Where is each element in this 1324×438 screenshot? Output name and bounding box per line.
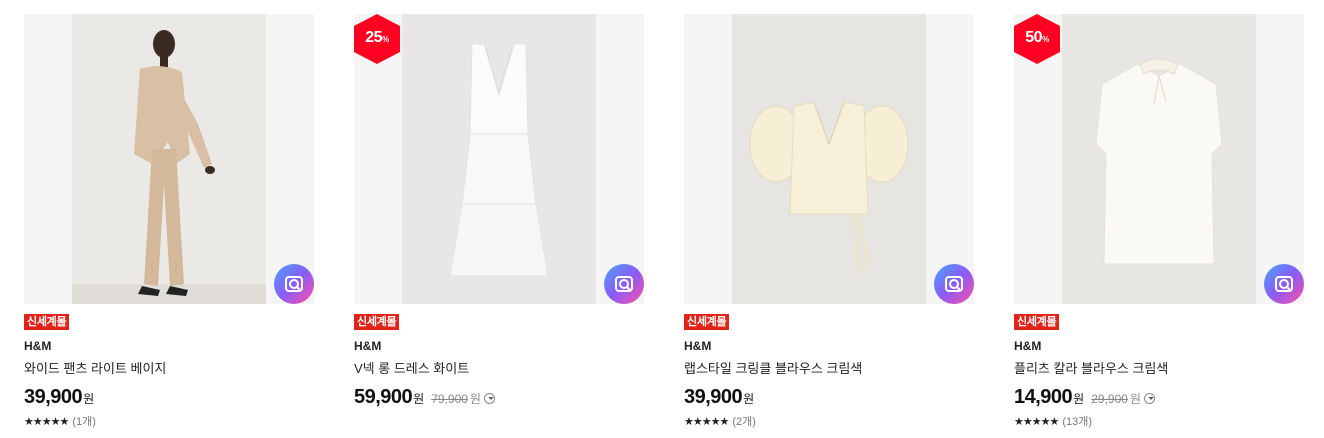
cream-wrap-blouse-image (732, 14, 926, 304)
brand-name[interactable]: H&M (354, 339, 644, 353)
product-photo (72, 14, 266, 304)
price-row: 59,900 원 79,900 원 (354, 386, 644, 410)
mall-tag: 신세계몰 (354, 314, 400, 330)
rating: ★★★★★ (1개) (24, 413, 314, 429)
price-row: 39,900 원 (24, 386, 314, 410)
brand-name[interactable]: H&M (24, 339, 314, 353)
product-photo (732, 14, 926, 304)
model-beige-suit-image (72, 14, 266, 304)
price-row: 14,900 원 29,900 원 (1014, 386, 1304, 410)
discount-unit: % (382, 35, 389, 44)
currency: 원 (413, 392, 425, 406)
product-name[interactable]: 와이드 팬츠 라이트 베이지 (24, 358, 314, 377)
price-info-icon[interactable] (1143, 393, 1155, 404)
product-name[interactable]: 랩스타일 크링클 블라우스 크림색 (684, 358, 974, 377)
mall-tag: 신세계몰 (684, 314, 730, 330)
camera-lens-icon (285, 276, 303, 292)
product-card[interactable]: 신세계몰 H&M 랩스타일 크링클 블라우스 크림색 39,900 원 ★★★★… (684, 14, 974, 434)
star-rating: ★★★★★ (1014, 415, 1059, 428)
review-count[interactable]: (13개) (1062, 413, 1092, 429)
discount-unit: % (1042, 35, 1049, 44)
rating: ★★★★★ (13개) (1014, 413, 1304, 429)
review-count[interactable]: (1개) (72, 413, 96, 429)
price-info-icon[interactable] (483, 393, 495, 404)
currency: 원 (743, 392, 755, 406)
product-image[interactable]: 50% (1014, 14, 1304, 304)
review-count[interactable]: (2개) (732, 413, 756, 429)
product-name[interactable]: V넥 롱 드레스 화이트 (354, 358, 644, 377)
white-v-neck-dress-image (402, 14, 596, 304)
sale-price: 39,900 (24, 386, 83, 408)
brand-name[interactable]: H&M (1014, 339, 1304, 353)
original-price: 29,900 (1091, 392, 1128, 406)
product-name[interactable]: 플리츠 칼라 블라우스 크림색 (1014, 358, 1304, 377)
sale-price: 39,900 (684, 386, 743, 408)
product-photo (402, 14, 596, 304)
product-photo (1062, 14, 1256, 304)
discount-badge: 25% (354, 14, 400, 64)
star-rating: ★★★★★ (24, 415, 69, 428)
discount-badge: 50% (1014, 14, 1060, 64)
product-card[interactable]: 25% 신세계몰 H&M V넥 롱 드레스 화이트 59,900 원 79,90… (354, 14, 644, 434)
product-image[interactable]: 25% (354, 14, 644, 304)
original-currency: 원 (1129, 392, 1141, 406)
currency: 원 (83, 392, 95, 406)
cream-pleated-collar-blouse-image (1062, 14, 1256, 304)
sale-price: 59,900 (354, 386, 413, 408)
mall-tag: 신세계몰 (1014, 314, 1060, 330)
product-grid: 신세계몰 H&M 와이드 팬츠 라이트 베이지 39,900 원 ★★★★★ (… (0, 0, 1324, 438)
visual-search-button[interactable] (604, 264, 644, 304)
product-card[interactable]: 50% 신세계몰 H&M 플리츠 칼라 블라우스 크림색 14,900 원 29… (1014, 14, 1304, 434)
visual-search-button[interactable] (274, 264, 314, 304)
discount-percent: 25 (365, 29, 383, 46)
discount-percent: 50 (1025, 29, 1043, 46)
star-rating: ★★★★★ (684, 415, 729, 428)
currency: 원 (1073, 392, 1085, 406)
product-card[interactable]: 신세계몰 H&M 와이드 팬츠 라이트 베이지 39,900 원 ★★★★★ (… (24, 14, 314, 434)
product-image[interactable] (684, 14, 974, 304)
sale-price: 14,900 (1014, 386, 1073, 408)
rating: ★★★★★ (2개) (684, 413, 974, 429)
price-row: 39,900 원 (684, 386, 974, 410)
original-price: 79,900 (431, 392, 468, 406)
visual-search-button[interactable] (934, 264, 974, 304)
camera-lens-icon (1275, 276, 1293, 292)
camera-lens-icon (945, 276, 963, 292)
original-currency: 원 (469, 392, 481, 406)
product-image[interactable] (24, 14, 314, 304)
brand-name[interactable]: H&M (684, 339, 974, 353)
mall-tag: 신세계몰 (24, 314, 70, 330)
visual-search-button[interactable] (1264, 264, 1304, 304)
camera-lens-icon (615, 276, 633, 292)
